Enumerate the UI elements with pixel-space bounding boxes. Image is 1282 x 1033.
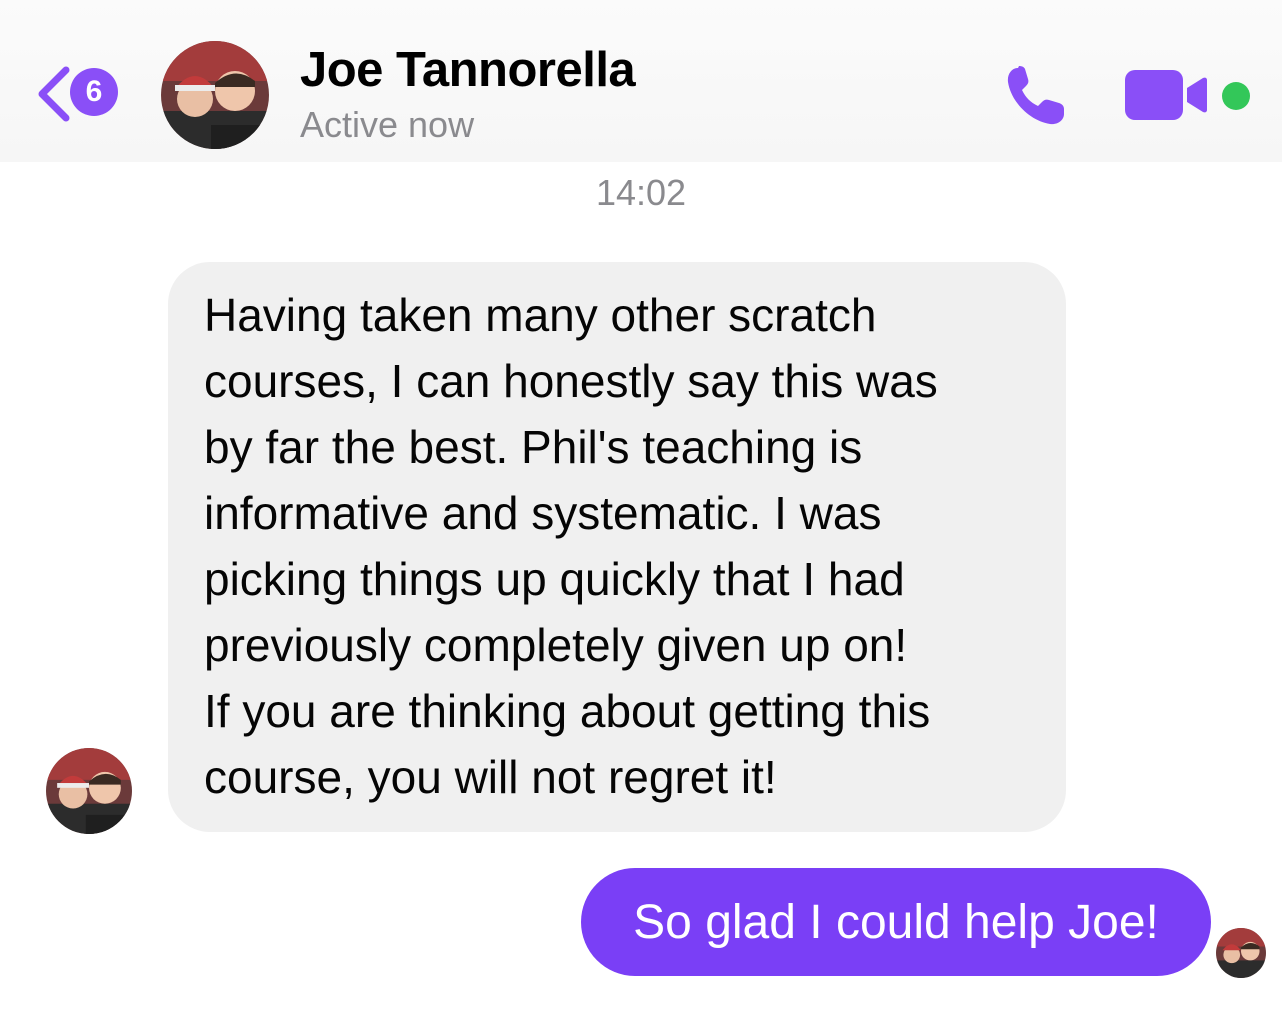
back-button[interactable]: 6: [36, 62, 136, 124]
online-indicator: [1222, 82, 1250, 110]
voice-call-button[interactable]: [1002, 62, 1070, 130]
contact-name: Joe Tannorella: [300, 43, 636, 97]
read-receipt-avatar: [1216, 928, 1266, 978]
incoming-message-bubble[interactable]: Having taken many other scratch courses,…: [168, 262, 1066, 832]
message-line: picking things up quickly that I had: [204, 553, 905, 605]
message-text: So glad I could help Joe!: [633, 895, 1159, 949]
message-line: informative and systematic. I was: [204, 487, 882, 539]
video-call-button[interactable]: [1125, 68, 1209, 122]
contact-avatar[interactable]: [161, 41, 269, 149]
message-line: course, you will not regret it!: [204, 751, 777, 803]
avatar-photo: [1216, 928, 1266, 978]
message-line: courses, I can honestly say this was: [204, 355, 938, 407]
conversation-header: 6 Joe Tannorella Active now: [0, 0, 1282, 162]
unread-badge: 6: [70, 68, 118, 116]
message-timestamp: 14:02: [595, 172, 687, 213]
video-camera-icon: [1125, 70, 1207, 120]
message-line: by far the best. Phil's teaching is: [204, 421, 863, 473]
message-line: Having taken many other scratch: [204, 289, 877, 341]
chevron-left-icon: [38, 66, 70, 122]
phone-icon: [1007, 66, 1064, 125]
message-line: If you are thinking about getting this: [204, 685, 931, 737]
avatar-photo: [46, 748, 132, 834]
outgoing-message-bubble[interactable]: So glad I could help Joe!: [581, 868, 1211, 976]
message-line: previously completely given up on!: [204, 619, 908, 671]
presence-status: Active now: [300, 104, 475, 145]
sender-avatar[interactable]: [46, 748, 132, 834]
avatar-photo: [161, 41, 269, 149]
